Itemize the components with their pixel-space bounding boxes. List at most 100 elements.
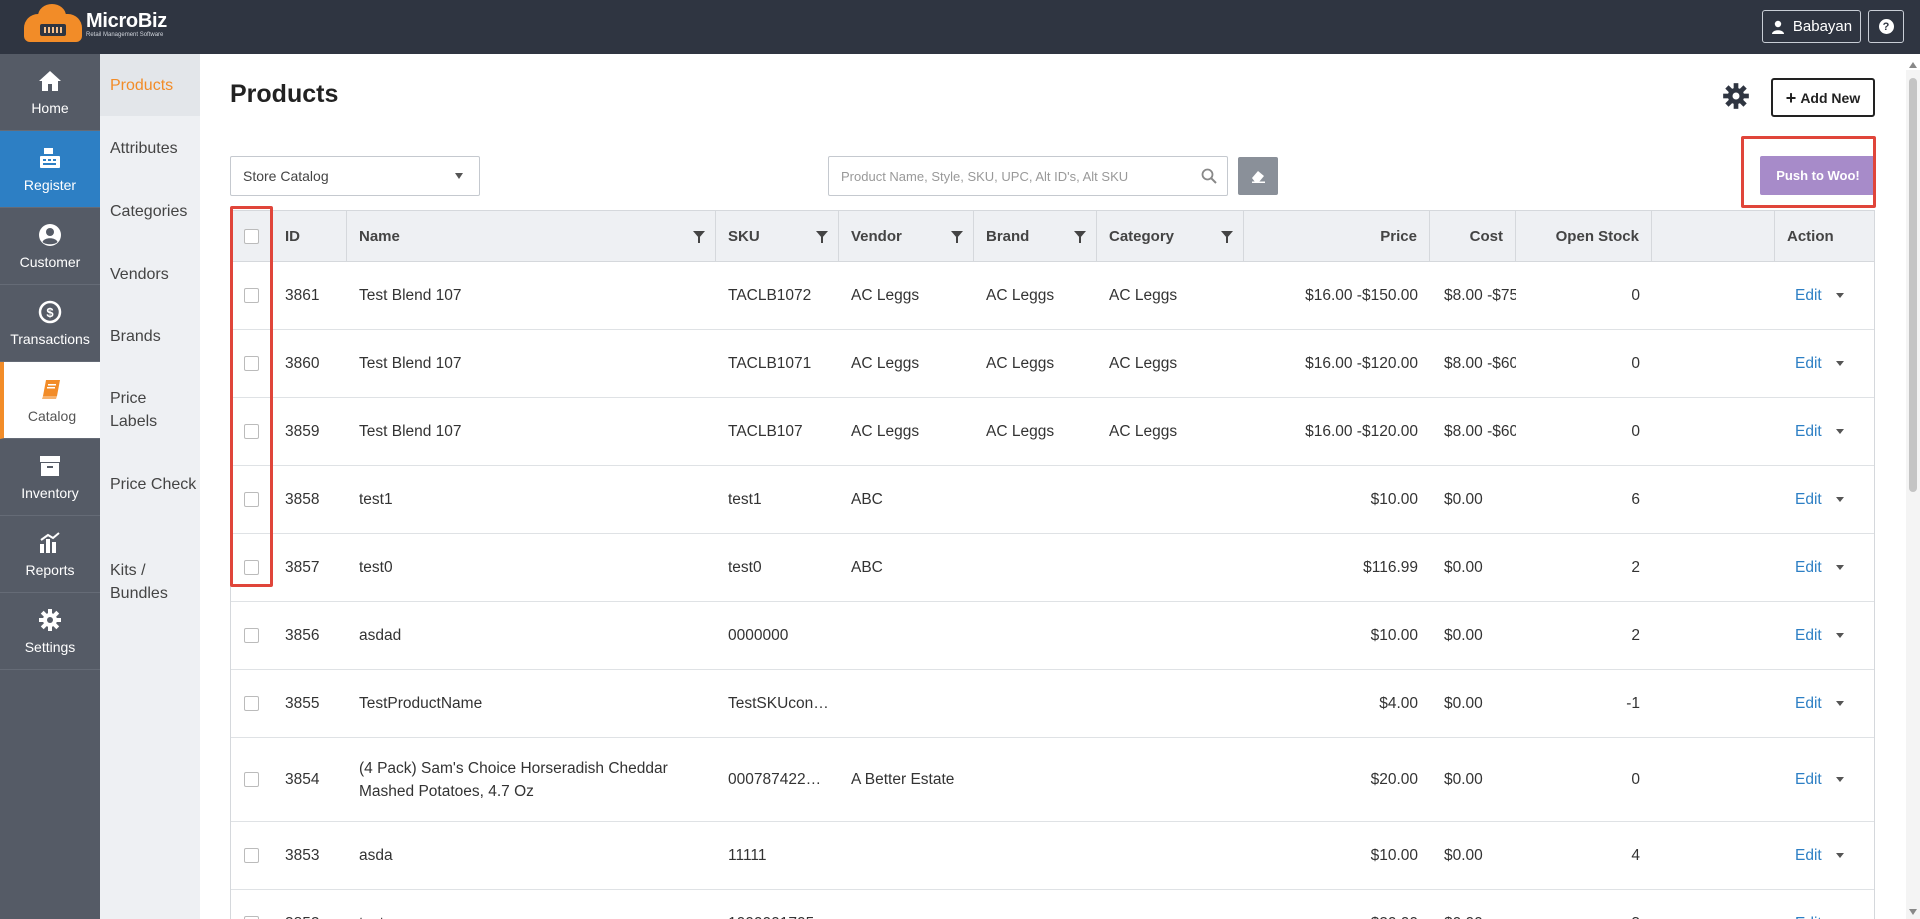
edit-link[interactable]: Edit: [1795, 695, 1822, 713]
header-price[interactable]: Price: [1244, 211, 1430, 262]
header-vendor[interactable]: Vendor: [839, 211, 974, 262]
cell-vendor: A Better Estate: [851, 770, 955, 788]
table-row[interactable]: 3856 asdad 0000000 $10.00 $0.00 2 Edit: [231, 602, 1874, 670]
nav-settings[interactable]: Settings: [0, 593, 100, 670]
row-checkbox[interactable]: [244, 492, 259, 507]
header-name[interactable]: Name: [347, 211, 716, 262]
cell-sku: 11111: [728, 846, 767, 864]
action-dropdown-icon[interactable]: [1835, 633, 1844, 638]
row-checkbox[interactable]: [244, 628, 259, 643]
table-row[interactable]: 3853 asda 11111 $10.00 $0.00 4 Edit: [231, 822, 1874, 890]
page-title: Products: [230, 80, 339, 108]
table-row[interactable]: 3861 Test Blend 107 TACLB1072 AC Leggs AC Le…: [231, 262, 1874, 330]
filter-icon[interactable]: [816, 231, 828, 243]
add-new-button[interactable]: + Add New: [1771, 78, 1875, 117]
header-vendor-label: Vendor: [851, 228, 902, 245]
filter-icon[interactable]: [1074, 231, 1086, 243]
action-dropdown-icon[interactable]: [1835, 777, 1844, 782]
catalog-select[interactable]: Store Catalog: [230, 156, 480, 196]
scroll-up-arrow-icon[interactable]: [1909, 62, 1917, 68]
product-search-input[interactable]: Product Name, Style, SKU, UPC, Alt ID's,…: [828, 156, 1228, 196]
cell-category: [1097, 822, 1244, 889]
header-id[interactable]: ID: [273, 211, 347, 262]
nav-catalog[interactable]: Catalog: [0, 362, 100, 439]
row-checkbox[interactable]: [244, 696, 259, 711]
nav-reports-label: Reports: [25, 562, 75, 578]
subnav-products[interactable]: Products: [110, 74, 198, 97]
action-dropdown-icon[interactable]: [1835, 701, 1844, 706]
action-dropdown-icon[interactable]: [1835, 293, 1844, 298]
edit-link[interactable]: Edit: [1795, 491, 1822, 509]
select-all-cell: [231, 211, 273, 262]
edit-link[interactable]: Edit: [1795, 847, 1822, 865]
header-brand[interactable]: Brand: [974, 211, 1097, 262]
subnav-categories[interactable]: Categories: [110, 200, 198, 223]
edit-link[interactable]: Edit: [1795, 771, 1822, 789]
user-menu-button[interactable]: Babayan: [1762, 10, 1861, 43]
scroll-down-arrow-icon[interactable]: [1909, 909, 1917, 915]
search-icon[interactable]: [1201, 168, 1217, 184]
page-scrollbar[interactable]: [1906, 62, 1920, 919]
table-row[interactable]: 3855 TestProductName TestSKUcon… $4.00 $0.00…: [231, 670, 1874, 738]
edit-link[interactable]: Edit: [1795, 423, 1822, 441]
subnav-brands[interactable]: Brands: [110, 325, 198, 348]
cell-brand: [974, 670, 1097, 737]
subnav-price-labels[interactable]: Price Labels: [110, 387, 198, 433]
nav-reports[interactable]: Reports: [0, 516, 100, 593]
nav-transactions[interactable]: $ Transactions: [0, 285, 100, 362]
nav-register[interactable]: Register: [0, 131, 100, 208]
row-checkbox[interactable]: [244, 560, 259, 575]
nav-home[interactable]: Home: [0, 54, 100, 131]
header-open-stock[interactable]: Open Stock: [1516, 211, 1652, 262]
cell-vendor: ABC: [851, 558, 883, 576]
cell-sku: TestSKUcon…: [728, 694, 829, 712]
subnav-attributes[interactable]: Attributes: [110, 137, 198, 160]
cell-stock: 0: [1631, 354, 1640, 372]
edit-link[interactable]: Edit: [1795, 559, 1822, 577]
edit-link[interactable]: Edit: [1795, 915, 1822, 919]
row-checkbox[interactable]: [244, 424, 259, 439]
header-category[interactable]: Category: [1097, 211, 1244, 262]
table-row[interactable]: 3852test1000001705 $20.00$0.003 Edit: [231, 890, 1874, 919]
filter-icon[interactable]: [951, 231, 963, 243]
nav-customer[interactable]: Customer: [0, 208, 100, 285]
action-dropdown-icon[interactable]: [1835, 429, 1844, 434]
header-sku[interactable]: SKU: [716, 211, 839, 262]
table-row[interactable]: 3860 Test Blend 107 TACLB1071 AC Leggs AC Le…: [231, 330, 1874, 398]
row-checkbox[interactable]: [244, 848, 259, 863]
edit-link[interactable]: Edit: [1795, 627, 1822, 645]
subnav-price-check[interactable]: Price Check: [110, 473, 198, 496]
settings-gear-icon[interactable]: [1722, 82, 1750, 110]
table-row[interactable]: 3857 test0 test0 ABC $116.99 $0.00 2 Edit: [231, 534, 1874, 602]
table-row[interactable]: 3854 (4 Pack) Sam's Choice Horseradish Ch…: [231, 738, 1874, 822]
subnav-kits-bundles[interactable]: Kits / Bundles: [110, 559, 198, 605]
clear-search-button[interactable]: [1238, 157, 1278, 195]
row-checkbox[interactable]: [244, 288, 259, 303]
help-button[interactable]: ?: [1868, 10, 1904, 43]
row-select-cell: [231, 534, 273, 601]
subnav-vendors[interactable]: Vendors: [110, 263, 198, 286]
row-blank-cell: [1652, 822, 1775, 889]
edit-link[interactable]: Edit: [1795, 287, 1822, 305]
cell-category: [1097, 466, 1244, 533]
table-row[interactable]: 3858 test1 test1 ABC $10.00 $0.00 6 Edit: [231, 466, 1874, 534]
scrollbar-thumb[interactable]: [1909, 78, 1917, 492]
row-checkbox[interactable]: [244, 772, 259, 787]
table-row[interactable]: 3859 Test Blend 107 TACLB107 AC Leggs AC Leg…: [231, 398, 1874, 466]
action-dropdown-icon[interactable]: [1835, 497, 1844, 502]
nav-inventory[interactable]: Inventory: [0, 439, 100, 516]
filter-icon[interactable]: [693, 231, 705, 243]
cell-stock: 0: [1631, 286, 1640, 304]
action-dropdown-icon[interactable]: [1835, 361, 1844, 366]
row-checkbox[interactable]: [244, 356, 259, 371]
cell-name: test1: [359, 491, 393, 508]
microbiz-logo[interactable]: MicroBiz Retail Management Software: [24, 4, 167, 42]
cell-vendor: ABC: [851, 490, 883, 508]
header-cost[interactable]: Cost: [1430, 211, 1516, 262]
filter-icon[interactable]: [1221, 231, 1233, 243]
action-dropdown-icon[interactable]: [1835, 565, 1844, 570]
select-all-checkbox[interactable]: [244, 229, 259, 244]
push-to-woo-button[interactable]: Push to Woo!: [1760, 156, 1876, 195]
edit-link[interactable]: Edit: [1795, 355, 1822, 373]
action-dropdown-icon[interactable]: [1835, 853, 1844, 858]
